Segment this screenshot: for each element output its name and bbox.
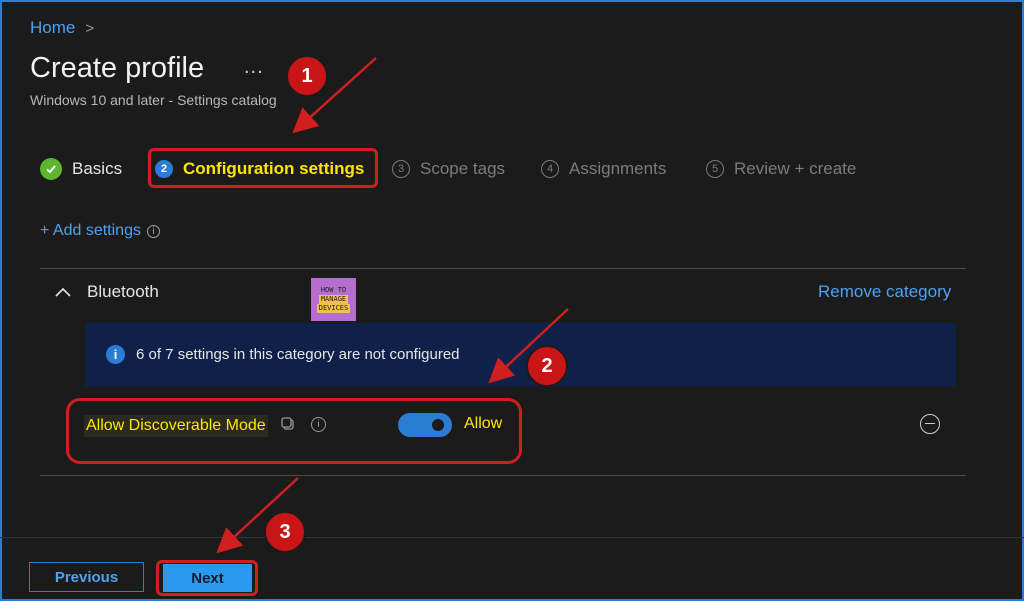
callout-badge: 2 <box>526 345 568 387</box>
annotation-arrows <box>216 57 569 554</box>
callout-badge: 1 <box>286 55 328 97</box>
callout-badge: 3 <box>264 511 306 553</box>
